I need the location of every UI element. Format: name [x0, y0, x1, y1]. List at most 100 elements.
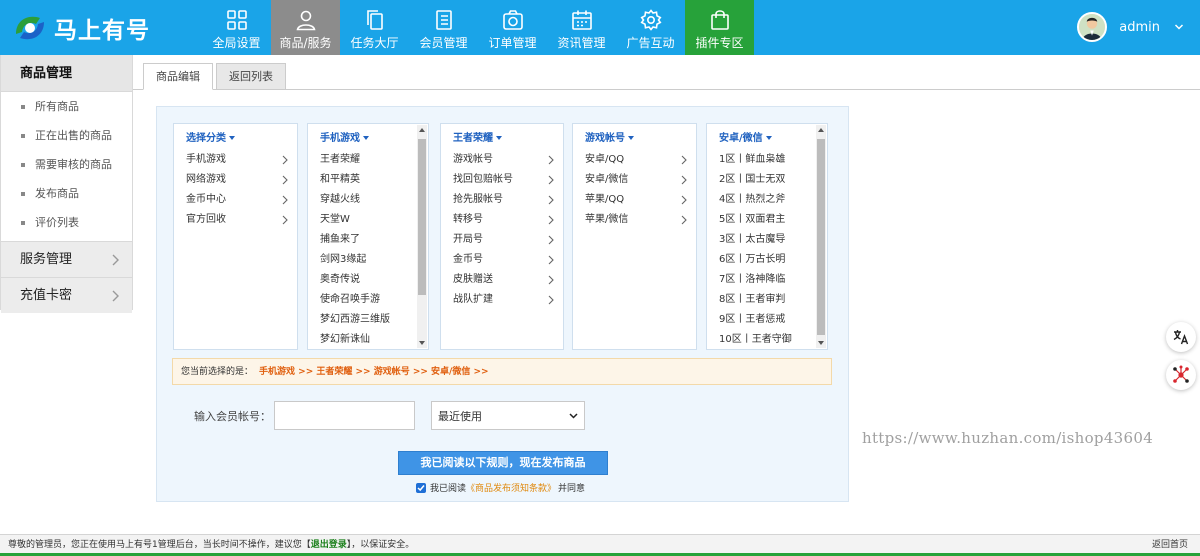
scrollbar-thumb[interactable] [817, 139, 825, 335]
member-account-input[interactable] [274, 401, 415, 430]
chevron-right-icon [548, 195, 554, 205]
category-item[interactable]: 游戏帐号 [441, 150, 563, 170]
category-item[interactable]: 苹果/QQ [573, 190, 696, 210]
category-item[interactable]: 10区丨王者守御 [707, 330, 827, 350]
category-item[interactable]: 5区丨双面君主 [707, 210, 827, 230]
category-item[interactable]: 6区丨万古长明 [707, 250, 827, 270]
check-icon [417, 484, 425, 491]
nav-item-global-settings[interactable]: 全局设置 [202, 0, 271, 55]
chevron-down-icon[interactable] [1174, 22, 1184, 32]
sidebar-item-pending-review[interactable]: 需要审核的商品 [1, 150, 132, 179]
category-item[interactable]: 梦幻西游三维版 [308, 310, 428, 330]
column-head[interactable]: 王者荣耀 [441, 124, 563, 150]
category-item[interactable]: 梦幻新诛仙 [308, 330, 428, 350]
category-item[interactable]: 2区丨国士无双 [707, 170, 827, 190]
category-item[interactable]: 皮肤赠送 [441, 270, 563, 290]
sidebar-item-reviews[interactable]: 评价列表 [1, 208, 132, 237]
column-head[interactable]: 安卓/微信 [707, 124, 827, 150]
tab-goods-edit[interactable]: 商品编辑 [143, 63, 213, 90]
category-item[interactable]: 穿越火线 [308, 190, 428, 210]
chevron-right-icon [681, 215, 687, 225]
category-item[interactable]: 使命召唤手游 [308, 290, 428, 310]
nav-item-task-hall[interactable]: 任务大厅 [340, 0, 409, 55]
category-item[interactable]: 金币号 [441, 250, 563, 270]
publish-goods-button[interactable]: 我已阅读以下规则，现在发布商品 [398, 451, 608, 475]
chevron-right-icon [681, 155, 687, 165]
translate-button[interactable] [1166, 322, 1196, 352]
sidebar-item-publish-goods[interactable]: 发布商品 [1, 179, 132, 208]
category-item[interactable]: 3区丨太古魔导 [707, 230, 827, 250]
current-selection: 您当前选择的是： 手机游戏 >> 王者荣耀 >> 游戏帐号 >> 安卓/微信 >> [172, 358, 832, 385]
scrollbar[interactable] [816, 125, 826, 348]
tab-back-to-list[interactable]: 返回列表 [216, 63, 286, 90]
category-item[interactable]: 奥奇传说 [308, 270, 428, 290]
category-item[interactable]: 天堂W [308, 210, 428, 230]
logo[interactable]: 马上有号 [10, 8, 150, 48]
category-item[interactable]: 8区丨王者审判 [707, 290, 827, 310]
category-item[interactable]: 抢先服帐号 [441, 190, 563, 210]
nav-label: 会员管理 [419, 36, 468, 50]
network-button[interactable] [1166, 360, 1196, 390]
sidebar-group-recharge-cards[interactable]: 充值卡密 [1, 277, 132, 313]
sidebar-head-goods-management[interactable]: 商品管理 [1, 55, 132, 92]
scroll-up-icon[interactable] [419, 128, 425, 132]
member-account-row: 输入会员帐号： 最近使用 [194, 401, 585, 430]
main-nav: 全局设置 商品/服务 任务大厅 会员管理 订单管理 资讯管理 广告互动 插件专区 [202, 0, 754, 55]
nav-item-order-management[interactable]: 订单管理 [478, 0, 547, 55]
category-item[interactable]: 安卓/QQ [573, 150, 696, 170]
caret-down-icon [765, 136, 772, 140]
nav-item-news-management[interactable]: 资讯管理 [547, 0, 616, 55]
column-head[interactable]: 游戏帐号 [573, 124, 696, 150]
list-icon [435, 10, 452, 30]
category-item[interactable]: 和平精英 [308, 170, 428, 190]
chevron-right-icon [548, 215, 554, 225]
caret-down-icon [363, 136, 369, 140]
column-head[interactable]: 手机游戏 [308, 124, 428, 150]
nav-item-ad-interaction[interactable]: 广告互动 [616, 0, 685, 55]
chevron-right-icon [548, 255, 554, 265]
category-item[interactable]: 9区丨王者惩戒 [707, 310, 827, 330]
sidebar-item-all-goods[interactable]: 所有商品 [1, 92, 132, 121]
scrollbar-thumb[interactable] [418, 139, 426, 295]
category-item[interactable]: 官方回收 [174, 210, 297, 230]
category-item[interactable]: 剑网3缘起 [308, 250, 428, 270]
category-item[interactable]: 王者荣耀 [308, 150, 428, 170]
category-item[interactable]: 苹果/微信 [573, 210, 696, 230]
category-item[interactable]: 4区丨热烈之斧 [707, 190, 827, 210]
nav-item-goods-services[interactable]: 商品/服务 [271, 0, 340, 55]
terms-link[interactable]: 《商品发布须知条款》 [466, 481, 556, 494]
category-item[interactable]: 安卓/微信 [573, 170, 696, 190]
category-item[interactable]: 网络游戏 [174, 170, 297, 190]
category-item[interactable]: 捕鱼来了 [308, 230, 428, 250]
scroll-down-icon[interactable] [818, 341, 824, 345]
category-item[interactable]: 找回包赔帐号 [441, 170, 563, 190]
category-item[interactable]: 1区丨鲜血枭雄 [707, 150, 827, 170]
category-item[interactable]: 手机游戏 [174, 150, 297, 170]
category-item[interactable]: 战队扩建 [441, 290, 563, 310]
tab-bar: 商品编辑 返回列表 [143, 63, 289, 90]
logout-link[interactable]: 退出登录 [311, 540, 347, 550]
scroll-down-icon[interactable] [419, 341, 425, 345]
user-name[interactable]: admin [1119, 20, 1160, 35]
scroll-up-icon[interactable] [818, 128, 824, 132]
recent-use-select[interactable]: 最近使用 [431, 401, 585, 430]
sidebar-item-label: 正在出售的商品 [35, 129, 112, 142]
category-item[interactable]: 开局号 [441, 230, 563, 250]
sidebar-item-on-sale[interactable]: 正在出售的商品 [1, 121, 132, 150]
column-head[interactable]: 选择分类 [174, 124, 297, 150]
chevron-down-icon [569, 412, 578, 419]
category-item[interactable]: 转移号 [441, 210, 563, 230]
nav-item-plugin-zone[interactable]: 插件专区 [685, 0, 754, 55]
nav-item-member-management[interactable]: 会员管理 [409, 0, 478, 55]
back-home-link[interactable]: 返回首页 [1152, 535, 1188, 555]
chevron-right-icon [681, 195, 687, 205]
sidebar-group-service-management[interactable]: 服务管理 [1, 241, 132, 277]
category-item[interactable]: 金币中心 [174, 190, 297, 210]
agree-checkbox[interactable] [416, 482, 426, 493]
user-menu[interactable]: admin [1077, 12, 1184, 42]
avatar[interactable] [1077, 12, 1108, 42]
category-column-5: 安卓/微信 1区丨鲜血枭雄 2区丨国士无双 4区丨热烈之斧 5区丨双面君主 3区… [706, 123, 828, 350]
scrollbar[interactable] [417, 125, 427, 348]
category-item[interactable]: 7区丨洛神降临 [707, 270, 827, 290]
caret-down-icon [628, 136, 634, 140]
